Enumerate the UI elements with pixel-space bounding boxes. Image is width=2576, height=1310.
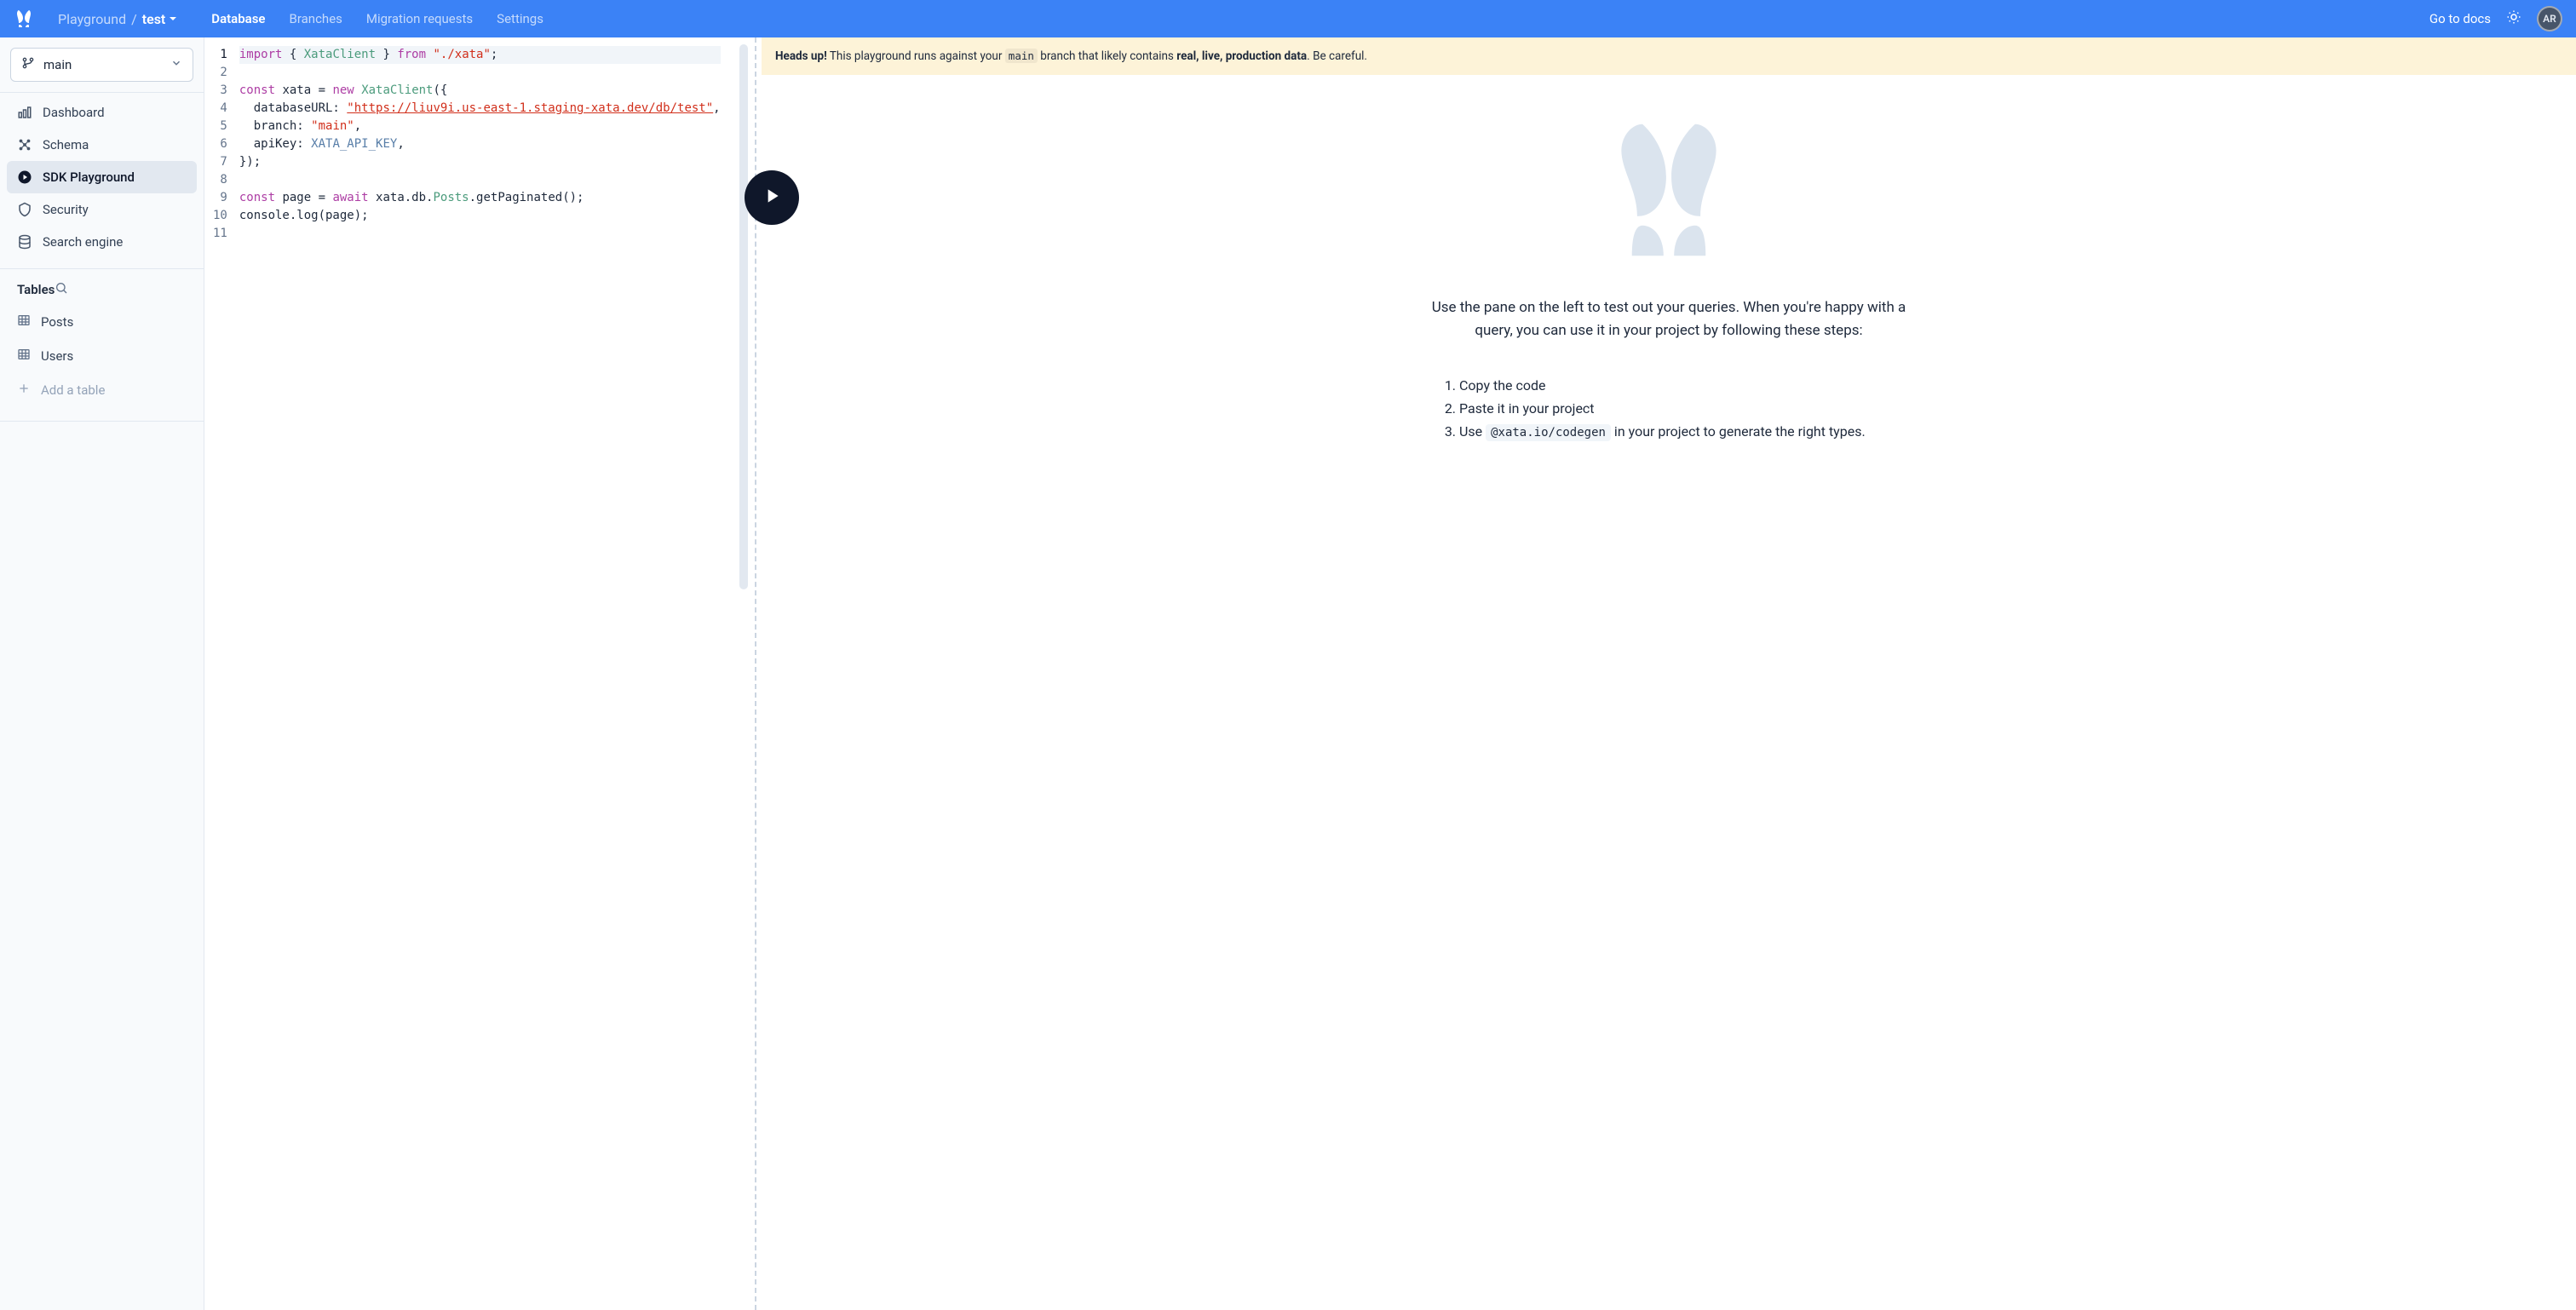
xata-logo-icon [14,9,34,29]
sidebar-item-label: Search engine [43,234,123,250]
breadcrumb-separator: / [131,11,137,27]
add-table-button[interactable]: Add a table [0,373,204,407]
warning-branch-code: main [1005,49,1038,63]
results-steps: Copy the codePaste it in your projectUse… [1439,374,1899,444]
pane-divider[interactable] [750,37,762,1310]
tables-heading: Tables [0,281,204,305]
code-line[interactable]: apiKey: XATA_API_KEY, [239,135,721,153]
results-pane: Heads up! This playground runs against y… [762,37,2576,1310]
plus-icon [17,382,31,399]
chart-bar-icon [17,105,32,120]
schema-icon [17,137,32,152]
editor-gutter: 1234567891011 [204,46,239,243]
sidebar-item-dashboard[interactable]: Dashboard [7,96,197,129]
editor-code[interactable]: import { XataClient } from "./xata"; con… [239,46,729,243]
theme-toggle-icon[interactable] [2506,9,2521,28]
topnav-item-migration-requests[interactable]: Migration requests [366,11,473,26]
code-line[interactable]: console.log(page); [239,207,721,225]
sidebar-item-search-engine[interactable]: Search engine [7,226,197,258]
sidebar-item-label: Dashboard [43,105,105,120]
breadcrumb: Playground / test [58,11,177,27]
sidebar: main Dashboard Schema SDK Playground Securi… [0,37,204,1310]
sidebar-nav: Dashboard Schema SDK Playground Security Sea… [0,92,204,261]
inline-code: @xata.io/codegen [1486,424,1611,441]
code-line[interactable] [239,225,721,243]
xata-large-logo-icon [787,118,2550,262]
shield-icon [17,202,32,217]
sidebar-item-schema[interactable]: Schema [7,129,197,161]
topnav-item-branches[interactable]: Branches [290,11,342,26]
run-button[interactable] [745,170,799,225]
code-line[interactable]: import { XataClient } from "./xata"; [239,46,721,64]
breadcrumb-current[interactable]: test [142,11,178,27]
code-line[interactable]: branch: "main", [239,118,721,135]
code-line[interactable] [239,171,721,189]
results-step: Copy the code [1459,374,1899,397]
play-circle-icon [17,169,32,185]
chevron-down-icon [170,57,182,72]
topnav-item-settings[interactable]: Settings [497,11,543,26]
code-line[interactable] [239,64,721,82]
warning-banner: Heads up! This playground runs against y… [762,37,2576,75]
topnav-item-database[interactable]: Database [211,11,265,26]
user-avatar[interactable]: AR [2537,6,2562,32]
table-icon [17,313,31,330]
results-step: Use @xata.io/codegen in your project to … [1459,420,1899,444]
sidebar-item-label: Security [43,202,89,217]
editor-scrollbar[interactable] [739,44,748,589]
code-line[interactable]: }); [239,153,721,171]
main-area: 1234567891011 import { XataClient } from… [204,37,2576,1310]
caret-down-icon [169,14,177,23]
branch-name: main [43,57,162,72]
code-line[interactable]: const page = await xata.db.Posts.getPagi… [239,189,721,207]
tables-section: Tables PostsUsers Add a table [0,268,204,414]
top-nav: Database Branches Migration requests Settin… [211,11,543,26]
branch-selector[interactable]: main [10,48,193,82]
results-intro-text: Use the pane on the left to test out you… [1413,296,1924,342]
table-item-users[interactable]: Users [0,339,204,373]
table-item-posts[interactable]: Posts [0,305,204,339]
code-editor-pane[interactable]: 1234567891011 import { XataClient } from… [204,37,750,1310]
git-branch-icon [21,56,35,73]
go-to-docs-link[interactable]: Go to docs [2429,11,2491,26]
sidebar-item-label: SDK Playground [43,169,135,185]
sidebar-item-label: Schema [43,137,89,152]
sidebar-item-security[interactable]: Security [7,193,197,226]
top-right-controls: Go to docs AR [2429,6,2562,32]
table-icon [17,348,31,365]
code-line[interactable]: databaseURL: "https://liuv9i.us-east-1.s… [239,100,721,118]
sidebar-item-sdk-playground[interactable]: SDK Playground [7,161,197,193]
play-icon [761,185,783,210]
breadcrumb-parent[interactable]: Playground [58,11,126,27]
search-tables-icon[interactable] [55,281,68,298]
results-step: Paste it in your project [1459,397,1899,420]
warning-heading: Heads up! [775,49,827,63]
top-bar: Playground / test Database Branches Migrat… [0,0,2576,37]
code-line[interactable]: const xata = new XataClient({ [239,82,721,100]
database-icon [17,234,32,250]
